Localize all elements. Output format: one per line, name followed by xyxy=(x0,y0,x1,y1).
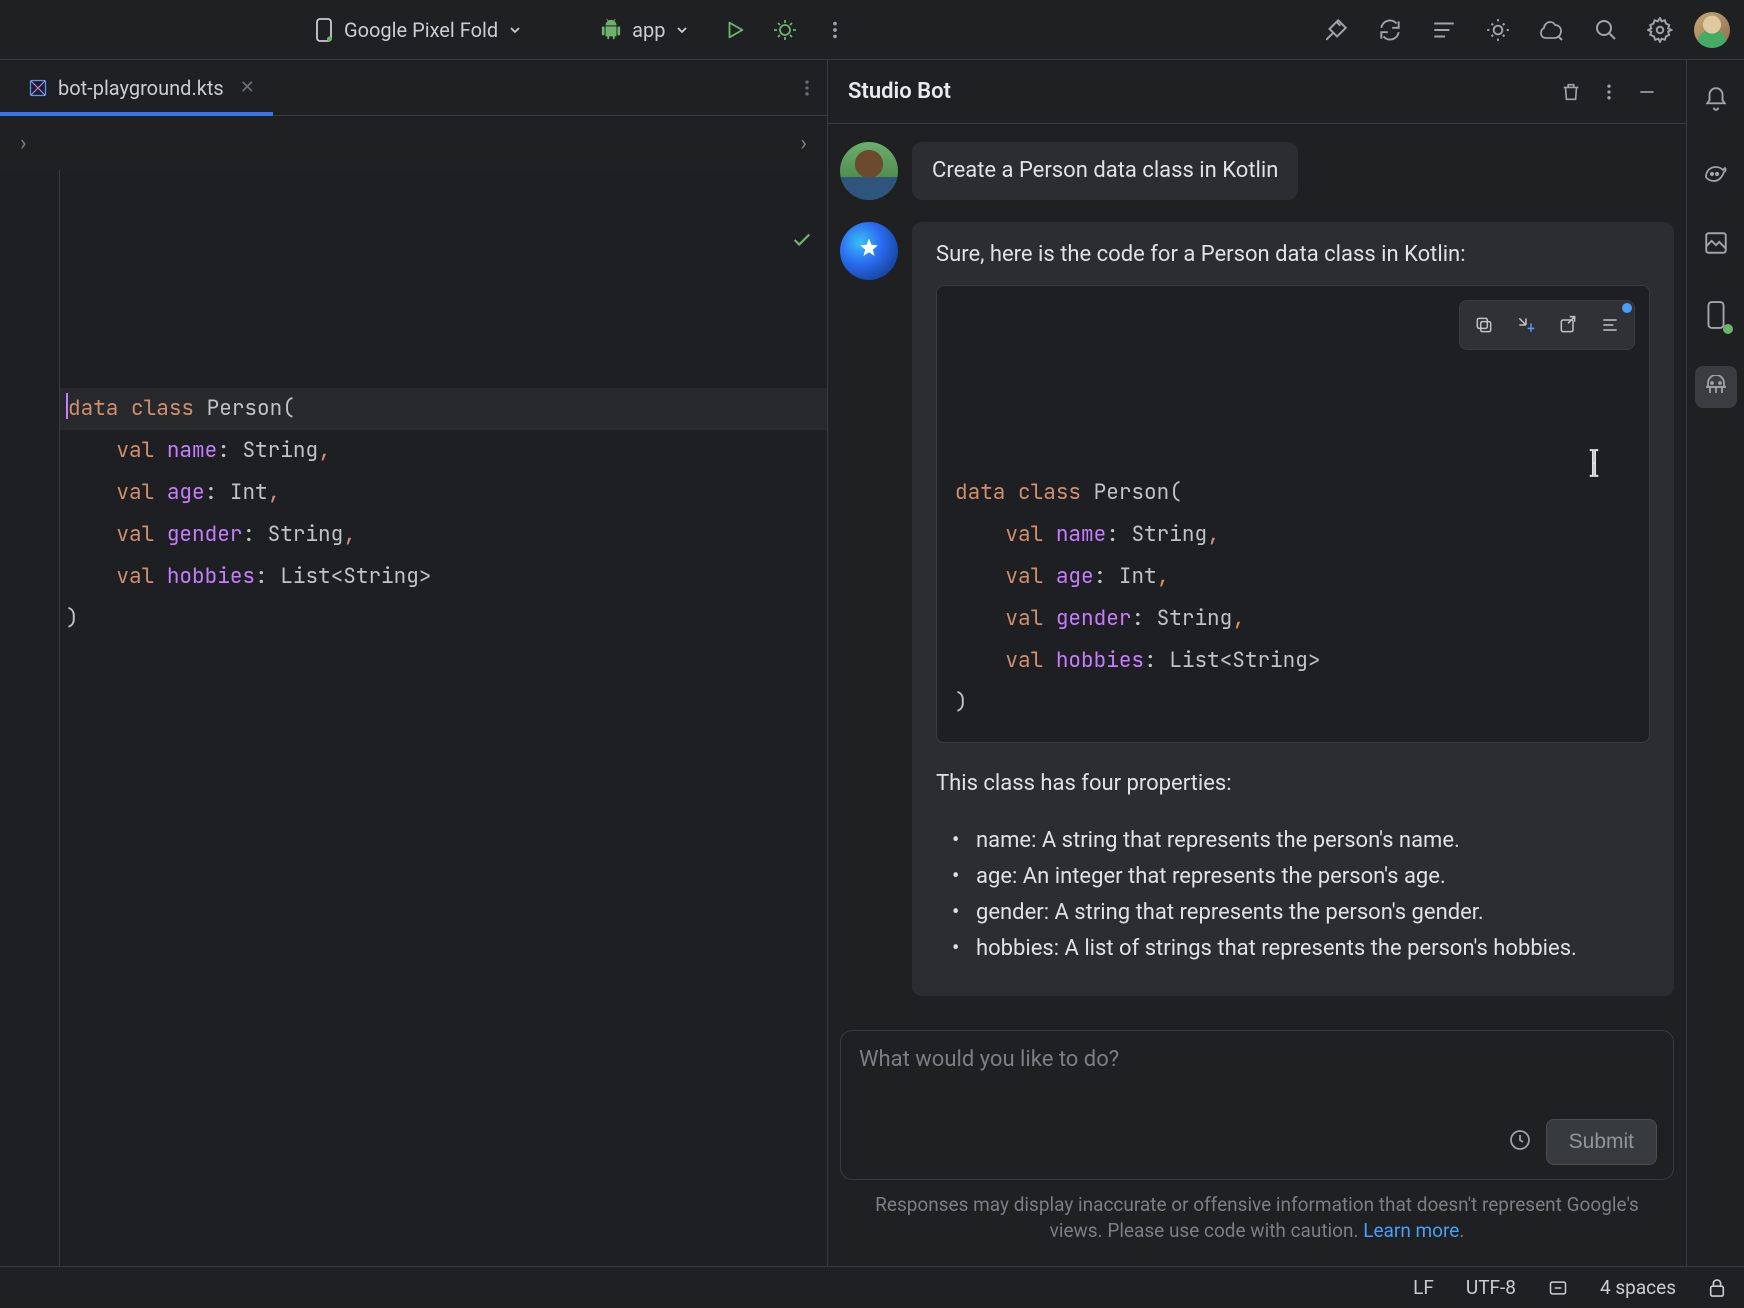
run-config-label: app xyxy=(632,18,665,42)
bot-disclaimer: Responses may display inaccurate or offe… xyxy=(840,1180,1674,1252)
editor-tabs: bot-playground.kts ✕ xyxy=(0,60,827,116)
user-avatar-small xyxy=(840,142,898,200)
notifications-icon[interactable] xyxy=(1695,78,1737,120)
code-block-toolbar xyxy=(1459,300,1635,350)
run-config-selector[interactable]: app xyxy=(590,12,699,48)
profiler-icon[interactable] xyxy=(1424,10,1464,50)
copy-code-icon[interactable] xyxy=(1464,305,1504,345)
right-tool-rail xyxy=(1686,60,1744,1266)
chevron-down-icon xyxy=(508,23,522,37)
list-item: hobbies: A list of strings that represen… xyxy=(958,932,1650,966)
breadcrumb-forward-icon[interactable]: › xyxy=(800,131,807,156)
search-icon[interactable] xyxy=(1586,10,1626,50)
bot-avatar xyxy=(840,222,898,280)
device-label: Google Pixel Fold xyxy=(344,18,498,42)
sync-icon[interactable] xyxy=(1370,10,1410,50)
chevron-down-icon xyxy=(675,23,689,37)
history-icon[interactable] xyxy=(1508,1128,1532,1156)
submit-button[interactable]: Submit xyxy=(1546,1119,1657,1165)
bot-input-box: Submit xyxy=(840,1030,1674,1180)
resource-manager-icon[interactable] xyxy=(1695,222,1737,264)
learn-more-link[interactable]: Learn more xyxy=(1363,1219,1459,1242)
bot-title: Studio Bot xyxy=(848,79,1552,104)
top-toolbar: Google Pixel Fold app xyxy=(0,0,1744,60)
close-tab-icon[interactable]: ✕ xyxy=(240,77,255,98)
device-manager-icon[interactable] xyxy=(1532,10,1572,50)
bot-code-block[interactable]: data class Person( val name: String, val… xyxy=(936,285,1650,743)
bot-header: Studio Bot xyxy=(828,60,1686,124)
tab-filename: bot-playground.kts xyxy=(58,76,224,100)
editor-gutter xyxy=(0,170,60,1266)
breadcrumb-bar: › › xyxy=(0,116,827,170)
breadcrumb-back-icon[interactable]: › xyxy=(20,131,27,156)
bot-response-bubble: Sure, here is the code for a Person data… xyxy=(912,222,1674,996)
studio-bot-rail-icon[interactable] xyxy=(1695,366,1737,408)
bot-response-list: name: A string that represents the perso… xyxy=(958,824,1650,966)
status-indent[interactable]: 4 spaces xyxy=(1600,1276,1676,1299)
status-bar: LF UTF-8 4 spaces xyxy=(0,1266,1744,1308)
bot-response-intro: Sure, here is the code for a Person data… xyxy=(936,242,1650,267)
running-devices-icon[interactable] xyxy=(1695,294,1737,336)
bot-overflow-icon[interactable] xyxy=(1590,73,1628,111)
phone-icon xyxy=(314,18,334,42)
status-encoding[interactable]: UTF-8 xyxy=(1466,1276,1516,1299)
user-message-bubble: Create a Person data class in Kotlin xyxy=(912,142,1298,200)
bot-prompt-input[interactable] xyxy=(857,1045,1657,1079)
studio-bot-pane: Studio Bot Create a Person data class in… xyxy=(828,60,1686,1266)
explain-code-icon[interactable] xyxy=(1590,305,1630,345)
user-message-row: Create a Person data class in Kotlin xyxy=(840,142,1674,200)
gradle-icon[interactable] xyxy=(1695,150,1737,192)
bot-conversation: Create a Person data class in Kotlin Sur… xyxy=(828,124,1686,1030)
code-editor[interactable]: data class Person( val name: String, val… xyxy=(0,170,827,1266)
editor-pane: bot-playground.kts ✕ › › data class Pers… xyxy=(0,60,828,1266)
inspection-ok-icon[interactable] xyxy=(665,182,813,308)
tab-overflow-icon[interactable] xyxy=(787,78,827,98)
kotlin-file-icon xyxy=(28,78,48,98)
text-cursor-icon xyxy=(1407,406,1605,535)
bot-message-row: Sure, here is the code for a Person data… xyxy=(840,222,1674,996)
device-selector[interactable]: Google Pixel Fold xyxy=(304,12,532,48)
settings-icon[interactable] xyxy=(1640,10,1680,50)
android-icon xyxy=(600,19,622,41)
delete-conversation-icon[interactable] xyxy=(1552,73,1590,111)
user-message-text: Create a Person data class in Kotlin xyxy=(932,158,1278,183)
bot-input-area: Submit Responses may display inaccurate … xyxy=(828,1030,1686,1266)
insert-at-cursor-icon[interactable] xyxy=(1506,305,1546,345)
open-new-file-icon[interactable] xyxy=(1548,305,1588,345)
status-line-ending[interactable]: LF xyxy=(1413,1276,1434,1299)
more-actions-button[interactable] xyxy=(815,10,855,50)
list-item: age: An integer that represents the pers… xyxy=(958,860,1650,894)
debug-button[interactable] xyxy=(765,10,805,50)
list-item: name: A string that represents the perso… xyxy=(958,824,1650,858)
status-readonly-icon[interactable] xyxy=(1548,1278,1568,1298)
editor-tab[interactable]: bot-playground.kts ✕ xyxy=(0,60,273,115)
run-button[interactable] xyxy=(715,10,755,50)
build-icon[interactable] xyxy=(1316,10,1356,50)
app-inspection-icon[interactable] xyxy=(1478,10,1518,50)
list-item: gender: A string that represents the per… xyxy=(958,896,1650,930)
minimize-icon[interactable] xyxy=(1628,73,1666,111)
bot-response-mid: This class has four properties: xyxy=(936,771,1650,796)
user-avatar[interactable] xyxy=(1694,12,1730,48)
status-lock-icon[interactable] xyxy=(1708,1278,1726,1298)
